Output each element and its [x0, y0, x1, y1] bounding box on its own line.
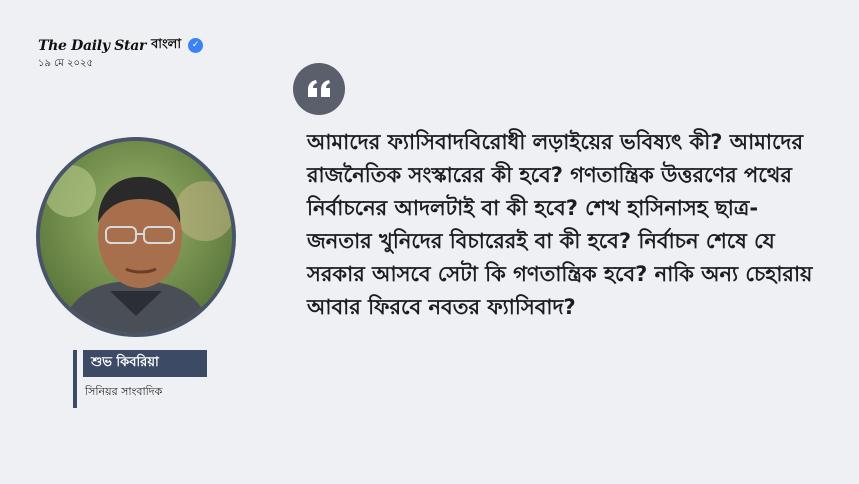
check-badge-icon: ✓ [188, 38, 204, 53]
author-role: সিনিয়র সাংবাদিক [85, 385, 163, 398]
author-avatar [36, 137, 236, 337]
author-photo [40, 141, 232, 333]
brand-logo: The Daily Star [38, 37, 147, 54]
brand-bangla-label: বাংলা [151, 37, 182, 52]
brand-header: The Daily Star বাংলা ✓ [38, 35, 204, 56]
author-name: শুভ কিবরিয়া [83, 350, 207, 377]
quote-text: আমাদের ফ্যাসিবাদবিরোধী লড়াইয়ের ভবিষ্যৎ… [307, 130, 813, 319]
quote-mark-icon [293, 63, 345, 115]
post-date: ১৯ মে ২০২৫ [38, 58, 93, 69]
author-info: শুভ কিবরিয়া সিনিয়র সাংবাদিক [73, 350, 207, 408]
